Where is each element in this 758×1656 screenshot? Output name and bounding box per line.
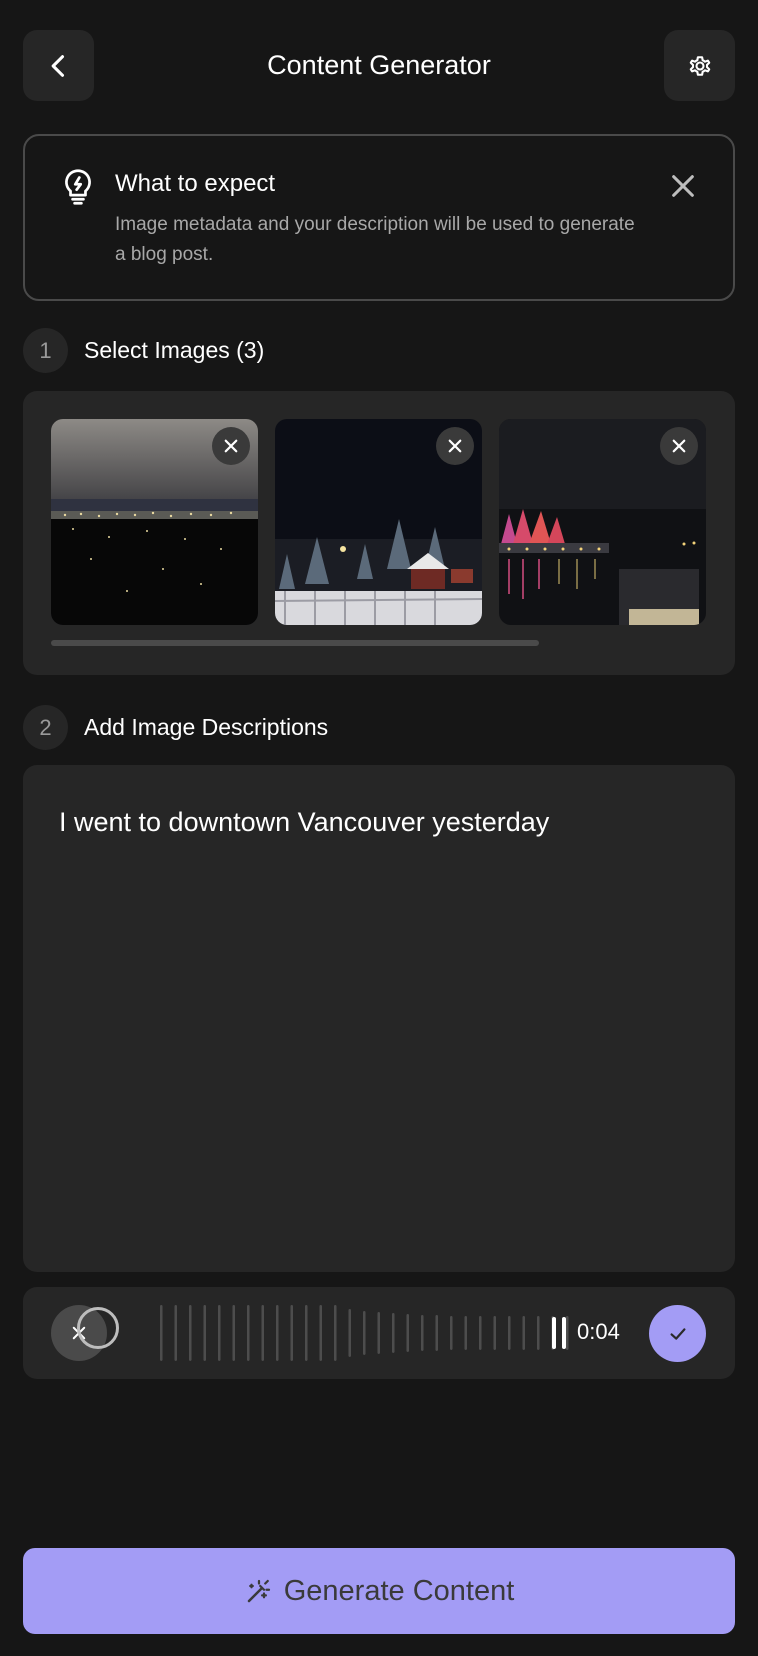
description-textarea[interactable]: I went to downtown Vancouver yesterday	[23, 765, 735, 1272]
waveform-bar	[392, 1313, 395, 1353]
image-thumbnail[interactable]	[275, 419, 482, 625]
waveform-bar	[464, 1316, 467, 1350]
waveform-bar	[290, 1305, 293, 1361]
waveform-bar	[174, 1305, 177, 1361]
step-number: 2	[23, 705, 68, 750]
settings-button[interactable]	[664, 30, 735, 101]
generate-label: Generate Content	[283, 1574, 515, 1607]
info-card: What to expect Image metadata and your d…	[23, 134, 735, 301]
generate-content-button[interactable]: Generate Content	[23, 1548, 735, 1634]
header: Content Generator	[23, 30, 735, 101]
waveform-bar	[493, 1316, 496, 1350]
lightbulb-icon	[65, 169, 91, 205]
waveform-playhead	[562, 1317, 566, 1349]
gear-icon	[689, 55, 710, 76]
info-title: What to expect	[115, 170, 276, 197]
step-label: Add Image Descriptions	[84, 714, 329, 740]
image-carousel[interactable]	[51, 419, 735, 625]
back-button[interactable]	[23, 30, 94, 101]
waveform-bar	[247, 1305, 250, 1361]
image-thumbnail[interactable]	[499, 419, 706, 625]
page-title: Content Generator	[267, 50, 491, 80]
waveform-bar	[479, 1316, 482, 1350]
waveform-bar	[508, 1316, 511, 1350]
carousel-scrollbar[interactable]	[51, 640, 539, 646]
info-body: Image metadata and your description will…	[115, 214, 635, 265]
waveform-bar	[537, 1316, 540, 1350]
waveform-bar	[334, 1305, 337, 1361]
waveform-bar	[232, 1305, 235, 1361]
waveform-bar	[363, 1311, 366, 1355]
remove-image-button[interactable]	[436, 427, 474, 465]
waveform-bar	[305, 1305, 308, 1361]
magic-wand-icon	[247, 1579, 270, 1603]
waveform-bar	[377, 1312, 380, 1354]
waveform	[160, 1305, 569, 1361]
description-text: I went to downtown Vancouver yesterday	[59, 807, 550, 837]
waveform-bar	[261, 1305, 264, 1361]
close-icon	[448, 439, 462, 453]
step-label: Select Images (3)	[84, 337, 265, 363]
images-panel	[23, 391, 735, 675]
step-number: 1	[23, 328, 68, 373]
waveform-bar	[218, 1305, 221, 1361]
confirm-recording-button[interactable]	[649, 1305, 706, 1362]
recording-time: 0:04	[577, 1319, 620, 1344]
waveform-playhead	[552, 1317, 556, 1349]
step-add-descriptions: 2 Add Image Descriptions	[23, 705, 328, 750]
recording-indicator	[77, 1307, 119, 1349]
waveform-bar	[319, 1305, 322, 1361]
waveform-bar	[435, 1315, 438, 1351]
content-generator-screen: Content Generator What to expect Image m…	[0, 0, 758, 1656]
waveform-bar	[276, 1305, 279, 1361]
remove-image-button[interactable]	[212, 427, 250, 465]
chevron-left-icon	[51, 54, 64, 77]
waveform-bar	[566, 1316, 569, 1350]
waveform-bar	[421, 1315, 424, 1351]
remove-image-button[interactable]	[660, 427, 698, 465]
waveform-bar	[522, 1316, 525, 1350]
waveform-bar	[203, 1305, 206, 1361]
checkmark-icon	[669, 1327, 686, 1340]
step-select-images: 1 Select Images (3)	[23, 328, 264, 373]
close-icon[interactable]	[669, 172, 697, 200]
waveform-bar	[450, 1316, 453, 1350]
waveform-bar	[189, 1305, 192, 1361]
image-thumbnail[interactable]	[51, 419, 258, 625]
voice-recorder: 0:04	[23, 1287, 735, 1379]
waveform-bar	[160, 1305, 163, 1361]
close-icon	[672, 439, 686, 453]
waveform-bar	[348, 1309, 351, 1357]
close-icon	[224, 439, 238, 453]
waveform-bar	[406, 1314, 409, 1352]
